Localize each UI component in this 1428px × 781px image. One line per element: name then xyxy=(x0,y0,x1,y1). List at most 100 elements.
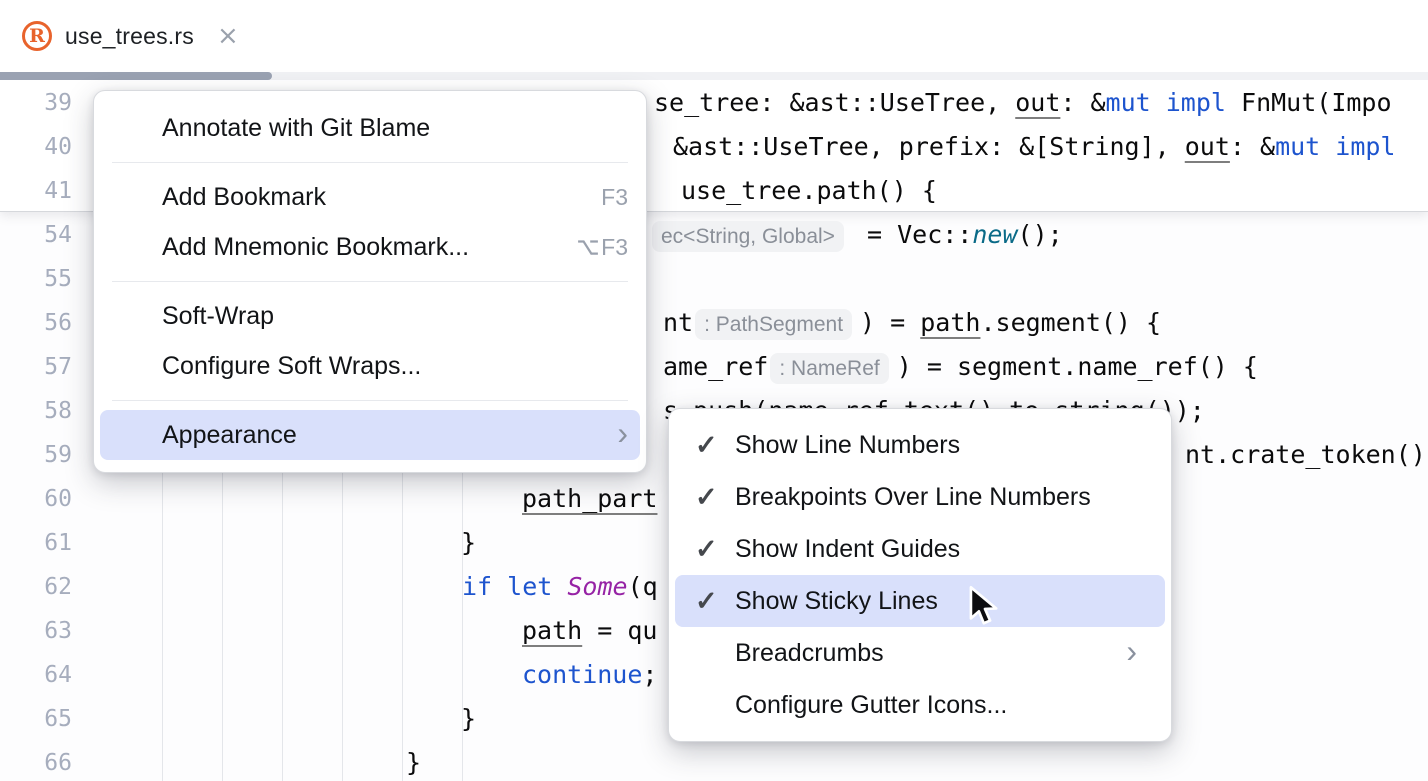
code-line-41[interactable]: use_tree.path() { xyxy=(681,169,937,213)
code-token: (); xyxy=(1018,220,1063,249)
code-token: Some xyxy=(567,572,627,601)
tab-title: use_trees.rs xyxy=(65,23,194,50)
line-number-54[interactable]: 54 xyxy=(0,213,72,257)
tab-scrollbar-track xyxy=(0,72,1428,80)
code-token: if let xyxy=(462,572,567,601)
menu-shortcut-text: F3 xyxy=(601,234,628,261)
code-token: : & xyxy=(1060,88,1105,117)
code-token: mut impl xyxy=(1275,132,1395,161)
menu-item-label: Show Indent Guides xyxy=(735,535,960,564)
line-number-39[interactable]: 39 xyxy=(0,81,72,125)
code-token: : & xyxy=(1230,132,1275,161)
code-line-63[interactable]: path = qu xyxy=(522,609,657,653)
menu-item-configure-gutter-icons[interactable]: Configure Gutter Icons... xyxy=(675,679,1165,731)
code-token: FnMut(Impo xyxy=(1226,88,1392,117)
line-number-65[interactable]: 65 xyxy=(0,697,72,741)
code-token: ame_ref xyxy=(663,352,768,381)
menu-item-soft-wrap[interactable]: Soft-Wrap xyxy=(100,291,640,341)
line-number-58[interactable]: 58 xyxy=(0,389,72,433)
code-line-57[interactable]: ame_ref: NameRef ) = segment.name_ref() { xyxy=(663,345,1258,389)
menu-item-label: Configure Gutter Icons... xyxy=(735,691,1007,720)
code-token: = Vec:: xyxy=(852,220,972,249)
menu-shortcut: F3 xyxy=(577,234,628,261)
code-line-54[interactable]: ec<String, Global> = Vec::new(); xyxy=(650,213,1063,257)
line-number-59[interactable]: 59 xyxy=(0,433,72,477)
ide-window: 39 se_tree: &ast::UseTree, out: &mut impl… xyxy=(0,0,1428,781)
menu-item-label: Add Mnemonic Bookmark... xyxy=(162,233,469,262)
menu-separator xyxy=(112,281,628,282)
line-number-64[interactable]: 64 xyxy=(0,653,72,697)
menu-item-label: Show Line Numbers xyxy=(735,431,960,460)
code-token: use_tree.path() { xyxy=(681,176,937,205)
option-key-icon xyxy=(577,238,599,256)
menu-item-label: Soft-Wrap xyxy=(162,302,274,331)
code-line-56[interactable]: nt: PathSegment) = path.segment() { xyxy=(663,301,1161,345)
code-line-65[interactable]: } xyxy=(461,697,476,741)
code-line-61[interactable]: } xyxy=(461,521,476,565)
code-line-66[interactable]: } xyxy=(406,741,421,781)
menu-item-configure-soft-wraps[interactable]: Configure Soft Wraps... xyxy=(100,341,640,391)
menu-separator xyxy=(112,400,628,401)
code-token: path_part xyxy=(522,484,657,513)
menu-item-label: Appearance xyxy=(162,421,297,450)
code-token: continue xyxy=(522,660,642,689)
line-number-55[interactable]: 55 xyxy=(0,257,72,301)
inlay-hint: : NameRef xyxy=(770,353,888,384)
line-number-66[interactable]: 66 xyxy=(0,741,72,781)
menu-item-label: Breadcrumbs xyxy=(735,639,884,668)
code-token: mut impl xyxy=(1106,88,1226,117)
tab-close-icon[interactable]: × xyxy=(217,23,239,49)
line-number-40[interactable]: 40 xyxy=(0,125,72,169)
checkmark-icon: ✓ xyxy=(695,586,735,617)
menu-item-show-line-numbers[interactable]: ✓Show Line Numbers xyxy=(675,419,1165,471)
line-number-60[interactable]: 60 xyxy=(0,477,72,521)
menu-item-breakpoints-over-line-numbers[interactable]: ✓Breakpoints Over Line Numbers xyxy=(675,471,1165,523)
menu-item-breadcrumbs[interactable]: Breadcrumbs › xyxy=(675,627,1165,679)
menu-shortcut: F3 xyxy=(601,184,628,211)
code-token: se_tree: &ast::UseTree, xyxy=(654,88,1015,117)
line-number-62[interactable]: 62 xyxy=(0,565,72,609)
checkmark-icon: ✓ xyxy=(695,430,735,461)
code-line-40[interactable]: &ast::UseTree, prefix: &[String], out: &… xyxy=(673,125,1395,169)
line-number-41[interactable]: 41 xyxy=(0,169,72,213)
inlay-hint: ec<String, Global> xyxy=(652,221,844,252)
mouse-cursor xyxy=(968,585,1002,627)
code-line-39[interactable]: se_tree: &ast::UseTree, out: &mut impl F… xyxy=(654,81,1392,125)
line-number-57[interactable]: 57 xyxy=(0,345,72,389)
menu-item-label: Breakpoints Over Line Numbers xyxy=(735,483,1091,512)
checkmark-icon: ✓ xyxy=(695,482,735,513)
code-token: path xyxy=(522,616,582,645)
menu-item-add-bookmark[interactable]: Add Bookmark F3 xyxy=(100,172,640,222)
code-line-62[interactable]: if let Some(q xyxy=(462,565,658,609)
tab-use-trees[interactable]: R use_trees.rs × xyxy=(0,0,265,72)
checkmark-icon: ✓ xyxy=(695,534,735,565)
editor-tab-bar: R use_trees.rs × xyxy=(0,0,1428,80)
code-token: } xyxy=(461,528,476,557)
code-token: .segment() { xyxy=(980,308,1161,337)
code-line-64[interactable]: continue; xyxy=(522,653,657,697)
menu-item-show-sticky-lines[interactable]: ✓Show Sticky Lines xyxy=(675,575,1165,627)
code-line-60[interactable]: path_part xyxy=(522,477,657,521)
line-number-61[interactable]: 61 xyxy=(0,521,72,565)
line-number-63[interactable]: 63 xyxy=(0,609,72,653)
code-token: (q xyxy=(628,572,658,601)
menu-item-add-mnemonic-bookmark[interactable]: Add Mnemonic Bookmark... F3 xyxy=(100,222,640,272)
code-token: nt.crate_token() xyxy=(1185,440,1426,469)
menu-item-label: Add Bookmark xyxy=(162,183,326,212)
code-token: ) = segment.name_ref() { xyxy=(897,352,1258,381)
code-token: nt xyxy=(663,308,693,337)
code-line-59[interactable]: nt.crate_token() xyxy=(1185,433,1426,477)
menu-item-label: Annotate with Git Blame xyxy=(162,114,430,143)
menu-item-show-indent-guides[interactable]: ✓Show Indent Guides xyxy=(675,523,1165,575)
code-token: new xyxy=(972,220,1017,249)
menu-item-appearance[interactable]: Appearance › xyxy=(100,410,640,460)
menu-item-label: Configure Soft Wraps... xyxy=(162,352,421,381)
menu-item-annotate-with-git-blame[interactable]: Annotate with Git Blame xyxy=(100,103,640,153)
code-token: ; xyxy=(642,660,657,689)
menu-separator xyxy=(112,162,628,163)
menu-item-label: Show Sticky Lines xyxy=(735,587,938,616)
tab-scrollbar-thumb[interactable] xyxy=(0,72,272,80)
chevron-right-icon: › xyxy=(617,417,628,453)
chevron-right-icon: › xyxy=(1126,635,1137,671)
line-number-56[interactable]: 56 xyxy=(0,301,72,345)
